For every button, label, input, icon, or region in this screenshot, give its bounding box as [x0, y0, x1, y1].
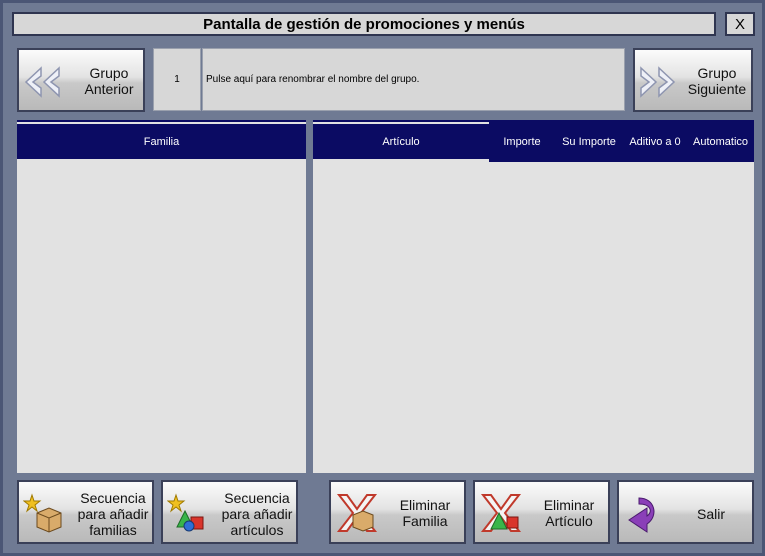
double-arrow-right-icon [640, 66, 676, 98]
family-header-line [17, 120, 306, 122]
group-name-field[interactable]: Pulse aquí para renombrar el nombre del … [202, 48, 625, 111]
delete-family-button[interactable]: Eliminar Familia [329, 480, 466, 544]
article-table[interactable]: Artículo Importe Su Importe Aditivo a 0 … [313, 120, 754, 473]
previous-group-label-line1: Grupo [89, 65, 129, 81]
delete-shapes-icon [480, 494, 522, 532]
add-articles-label-line3: artículos [230, 522, 284, 538]
add-families-label-line1: Secuencia [80, 490, 146, 506]
close-button[interactable]: X [725, 12, 755, 36]
previous-group-button[interactable]: Grupo Anterior [17, 48, 145, 112]
add-families-sequence-button[interactable]: Secuencia para añadir familias [17, 480, 154, 544]
aditivo-column-header[interactable]: Aditivo a 0 [623, 122, 687, 162]
delete-family-label-line2: Familia [402, 513, 448, 529]
su-importe-column-header[interactable]: Su Importe [555, 122, 623, 162]
article-column-header[interactable]: Artículo [313, 124, 489, 159]
main-window: Pantalla de gestión de promociones y men… [0, 0, 765, 556]
next-group-label-line1: Grupo [697, 65, 737, 81]
add-families-label-line3: familias [89, 522, 137, 538]
box-star-icon [23, 493, 62, 533]
add-articles-sequence-button[interactable]: Secuencia para añadir artículos [161, 480, 298, 544]
delete-article-label-line1: Eliminar [543, 497, 595, 513]
double-arrow-left-icon [24, 66, 60, 98]
add-families-label-line2: para añadir [77, 506, 149, 522]
add-articles-label-line2: para añadir [221, 506, 293, 522]
next-group-button[interactable]: Grupo Siguiente [633, 48, 753, 112]
shapes-star-icon [167, 493, 204, 532]
delete-family-label-line1: Eliminar [399, 497, 451, 513]
previous-group-label-line2: Anterior [84, 81, 134, 97]
family-table[interactable]: Familia [17, 120, 306, 473]
delete-article-label-line2: Artículo [545, 513, 593, 529]
delete-box-icon [336, 494, 378, 532]
return-arrow-icon [628, 497, 655, 533]
family-column-header[interactable]: Familia [17, 124, 306, 159]
add-articles-label-line1: Secuencia [224, 490, 290, 506]
exit-button[interactable]: Salir [617, 480, 754, 544]
window-title: Pantalla de gestión de promociones y men… [12, 12, 716, 36]
delete-article-button[interactable]: Eliminar Artículo [473, 480, 610, 544]
exit-label: Salir [696, 506, 725, 522]
group-number: 1 [153, 48, 201, 111]
importe-column-header[interactable]: Importe [489, 122, 555, 162]
next-group-label-line2: Siguiente [687, 81, 747, 97]
automatico-column-header[interactable]: Automatico [687, 122, 754, 162]
